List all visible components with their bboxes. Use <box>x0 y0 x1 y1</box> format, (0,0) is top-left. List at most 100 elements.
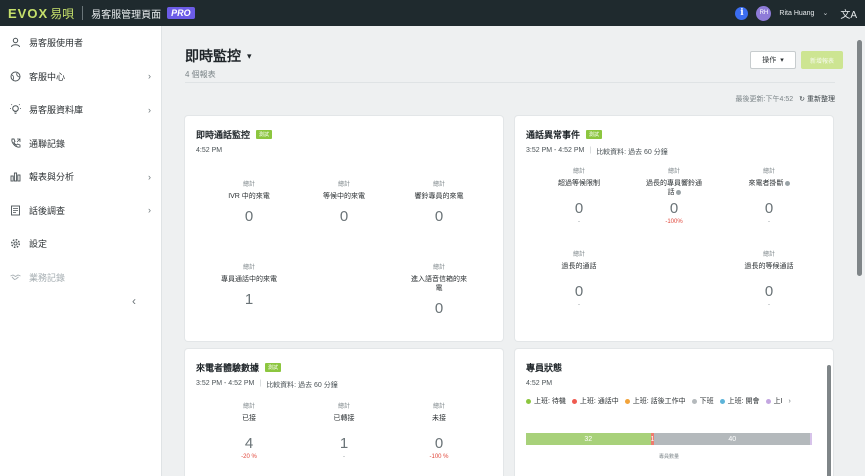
sidebar-item-reports[interactable]: 報表與分析 › <box>0 160 161 194</box>
metric-total-label: 總計 <box>242 404 255 410</box>
chevron-down-icon[interactable]: ⌄ <box>822 9 828 17</box>
card-title-text: 即時通話監控 <box>196 130 251 140</box>
topbar-actions: i RH Rita Huang ⌄ 文A <box>735 5 857 21</box>
metric-label: 超過等候限制 <box>558 180 600 187</box>
help-icon[interactable] <box>675 189 681 195</box>
card-title-text: 來電者體驗數據 <box>196 363 260 373</box>
top-bar: EVOX 易唄 易客服管理頁面 PRO i RH Rita Huang ⌄ 文A <box>0 0 865 26</box>
handshake-icon <box>10 272 21 283</box>
time-range: 4:52 PM <box>526 380 553 387</box>
legend-label: 上I <box>773 398 783 405</box>
legend-item[interactable]: 上I <box>765 396 783 406</box>
legend-item[interactable]: 上班: 話後工作中 <box>624 396 686 406</box>
sidebar-item-service-center[interactable]: 客服中心 › <box>0 60 161 94</box>
bar-segment[interactable] <box>810 433 812 445</box>
pro-badge: PRO <box>167 7 195 19</box>
metric-voicemail: 總計 進入語音信箱的來電 0 <box>399 262 479 317</box>
operations-button[interactable]: 操作 ▾ <box>750 51 796 69</box>
metric-delta: -20 % <box>241 454 257 461</box>
sidebar-item-users[interactable]: 易客服使用者 <box>0 26 161 60</box>
sidebar-item-settings[interactable]: 設定 <box>0 227 161 261</box>
translate-icon[interactable]: 文A <box>840 6 857 21</box>
legend-dot <box>624 398 630 404</box>
metric-ivr-calls: 總計 IVR 中的來電 0 <box>209 179 289 225</box>
bar-segment[interactable]: 32 <box>526 433 651 445</box>
legend-item[interactable]: 下班 <box>691 396 714 406</box>
beta-badge: 測試 <box>256 130 273 139</box>
metric-total-label: 總計 <box>432 265 445 271</box>
card-title-text: 專員狀態 <box>526 363 563 373</box>
metric-transferred: 總計 已轉接 1 - <box>304 401 384 460</box>
card-time: 3:52 PM - 4:52 PM | 比較資料: 過去 60 分鐘 <box>526 147 668 157</box>
beta-badge: 測試 <box>586 130 603 139</box>
metric-label-text: 來電者掛斷 <box>748 180 784 187</box>
metric-long-wait: 總計 過長的等候通話 0 - <box>729 249 809 308</box>
last-updated: 最後更新:下午4:52 <box>735 96 794 103</box>
metric-label: 等候中的來電 <box>323 193 365 200</box>
info-icon[interactable]: i <box>735 6 749 20</box>
metric-long-ring: 總計 過長的專員響鈴通話 0 -100% <box>634 166 714 225</box>
sidebar-item-survey[interactable]: 話後調查 › <box>0 194 161 228</box>
collapse-sidebar-icon[interactable]: ‹ <box>132 294 136 308</box>
refresh-button[interactable]: ↻ 重新整理 <box>799 94 835 104</box>
metric-delta: - <box>343 454 345 461</box>
card-scrollbar[interactable] <box>827 365 831 476</box>
chevron-right-icon[interactable]: › <box>789 398 791 405</box>
metric-label: 來電者掛斷 <box>729 179 809 188</box>
sidebar-item-business-records[interactable]: 業務記錄 <box>0 261 161 295</box>
refresh-label: 重新整理 <box>807 96 835 103</box>
legend-dot <box>571 398 577 404</box>
legend-item[interactable]: 上班: 開會 <box>719 396 760 406</box>
help-icon[interactable] <box>784 180 790 186</box>
evox-logo[interactable]: EVOX 易唄 <box>8 5 74 22</box>
metric-wait-limit: 總計 超過等候限制 0 - <box>539 166 619 225</box>
chevron-right-icon: › <box>148 71 151 82</box>
divider: | <box>259 380 262 387</box>
logo-zh: 易唄 <box>50 6 75 21</box>
chart-icon <box>10 171 21 182</box>
metric-delta: - <box>578 302 580 309</box>
card-time: 4:52 PM <box>526 380 552 387</box>
card-title: 專員狀態 <box>526 361 562 374</box>
main-scrollbar[interactable] <box>857 40 862 276</box>
logo-text: EVOX <box>8 5 49 21</box>
survey-icon <box>10 205 21 216</box>
card-title-text: 通話異常事件 <box>526 130 581 140</box>
metric-ringing-calls: 總計 響鈴專員的來電 0 <box>399 179 479 225</box>
sidebar-item-label: 業務記錄 <box>29 272 66 283</box>
divider <box>82 6 84 20</box>
sidebar-item-label: 易客服資料庫 <box>29 105 84 116</box>
metric-long-calls: 總計 過長的通話 0 - <box>539 249 619 308</box>
time-range: 3:52 PM - 4:52 PM <box>526 147 585 154</box>
metric-delta: - <box>768 302 770 309</box>
metric-missed: 總計 未接 0 -100 % <box>399 401 479 460</box>
metric-answered: 總計 已接 4 -20 % <box>209 401 289 460</box>
metric-label: 響鈴專員的來電 <box>414 193 464 200</box>
page-title[interactable]: 即時監控 ▾ <box>185 46 252 66</box>
product-name: 易客服管理頁面 <box>91 9 162 21</box>
sidebar-item-call-log[interactable]: 通聯記錄 <box>0 127 161 161</box>
avatar[interactable]: RH <box>756 5 772 21</box>
user-name[interactable]: Rita Huang <box>779 10 814 17</box>
header-divider <box>185 82 835 83</box>
main-content: 即時監控 ▾ 4 個報表 操作 ▾ 新增報表 最後更新:下午4:52 ↻ 重新整… <box>162 26 865 476</box>
add-report-button[interactable]: 新增報表 <box>801 51 843 69</box>
metric-total-label: 總計 <box>242 265 255 271</box>
legend-label: 上班: 開會 <box>727 398 760 405</box>
chevron-right-icon: › <box>148 104 151 115</box>
metric-delta: - <box>578 219 580 226</box>
legend-item[interactable]: 上班: 通話中 <box>571 396 619 406</box>
legend-dot <box>765 398 771 404</box>
metric-label: 過長的等候通話 <box>744 263 794 270</box>
sidebar-item-label: 客服中心 <box>29 71 66 82</box>
metric-total-label: 總計 <box>337 182 350 188</box>
metric-value: 0 <box>764 200 774 218</box>
metric-label: 已接 <box>242 415 256 422</box>
legend-item[interactable]: 上班: 待機 <box>526 396 566 406</box>
legend-label: 上班: 通話中 <box>579 398 619 405</box>
bar-segment[interactable]: 40 <box>654 433 811 445</box>
chevron-down-icon[interactable]: ▾ <box>247 51 252 62</box>
metric-total-label: 總計 <box>762 252 775 258</box>
card-title: 通話異常事件 測試 <box>526 128 603 141</box>
sidebar-item-knowledge-base[interactable]: 易客服資料庫 › <box>0 93 161 127</box>
